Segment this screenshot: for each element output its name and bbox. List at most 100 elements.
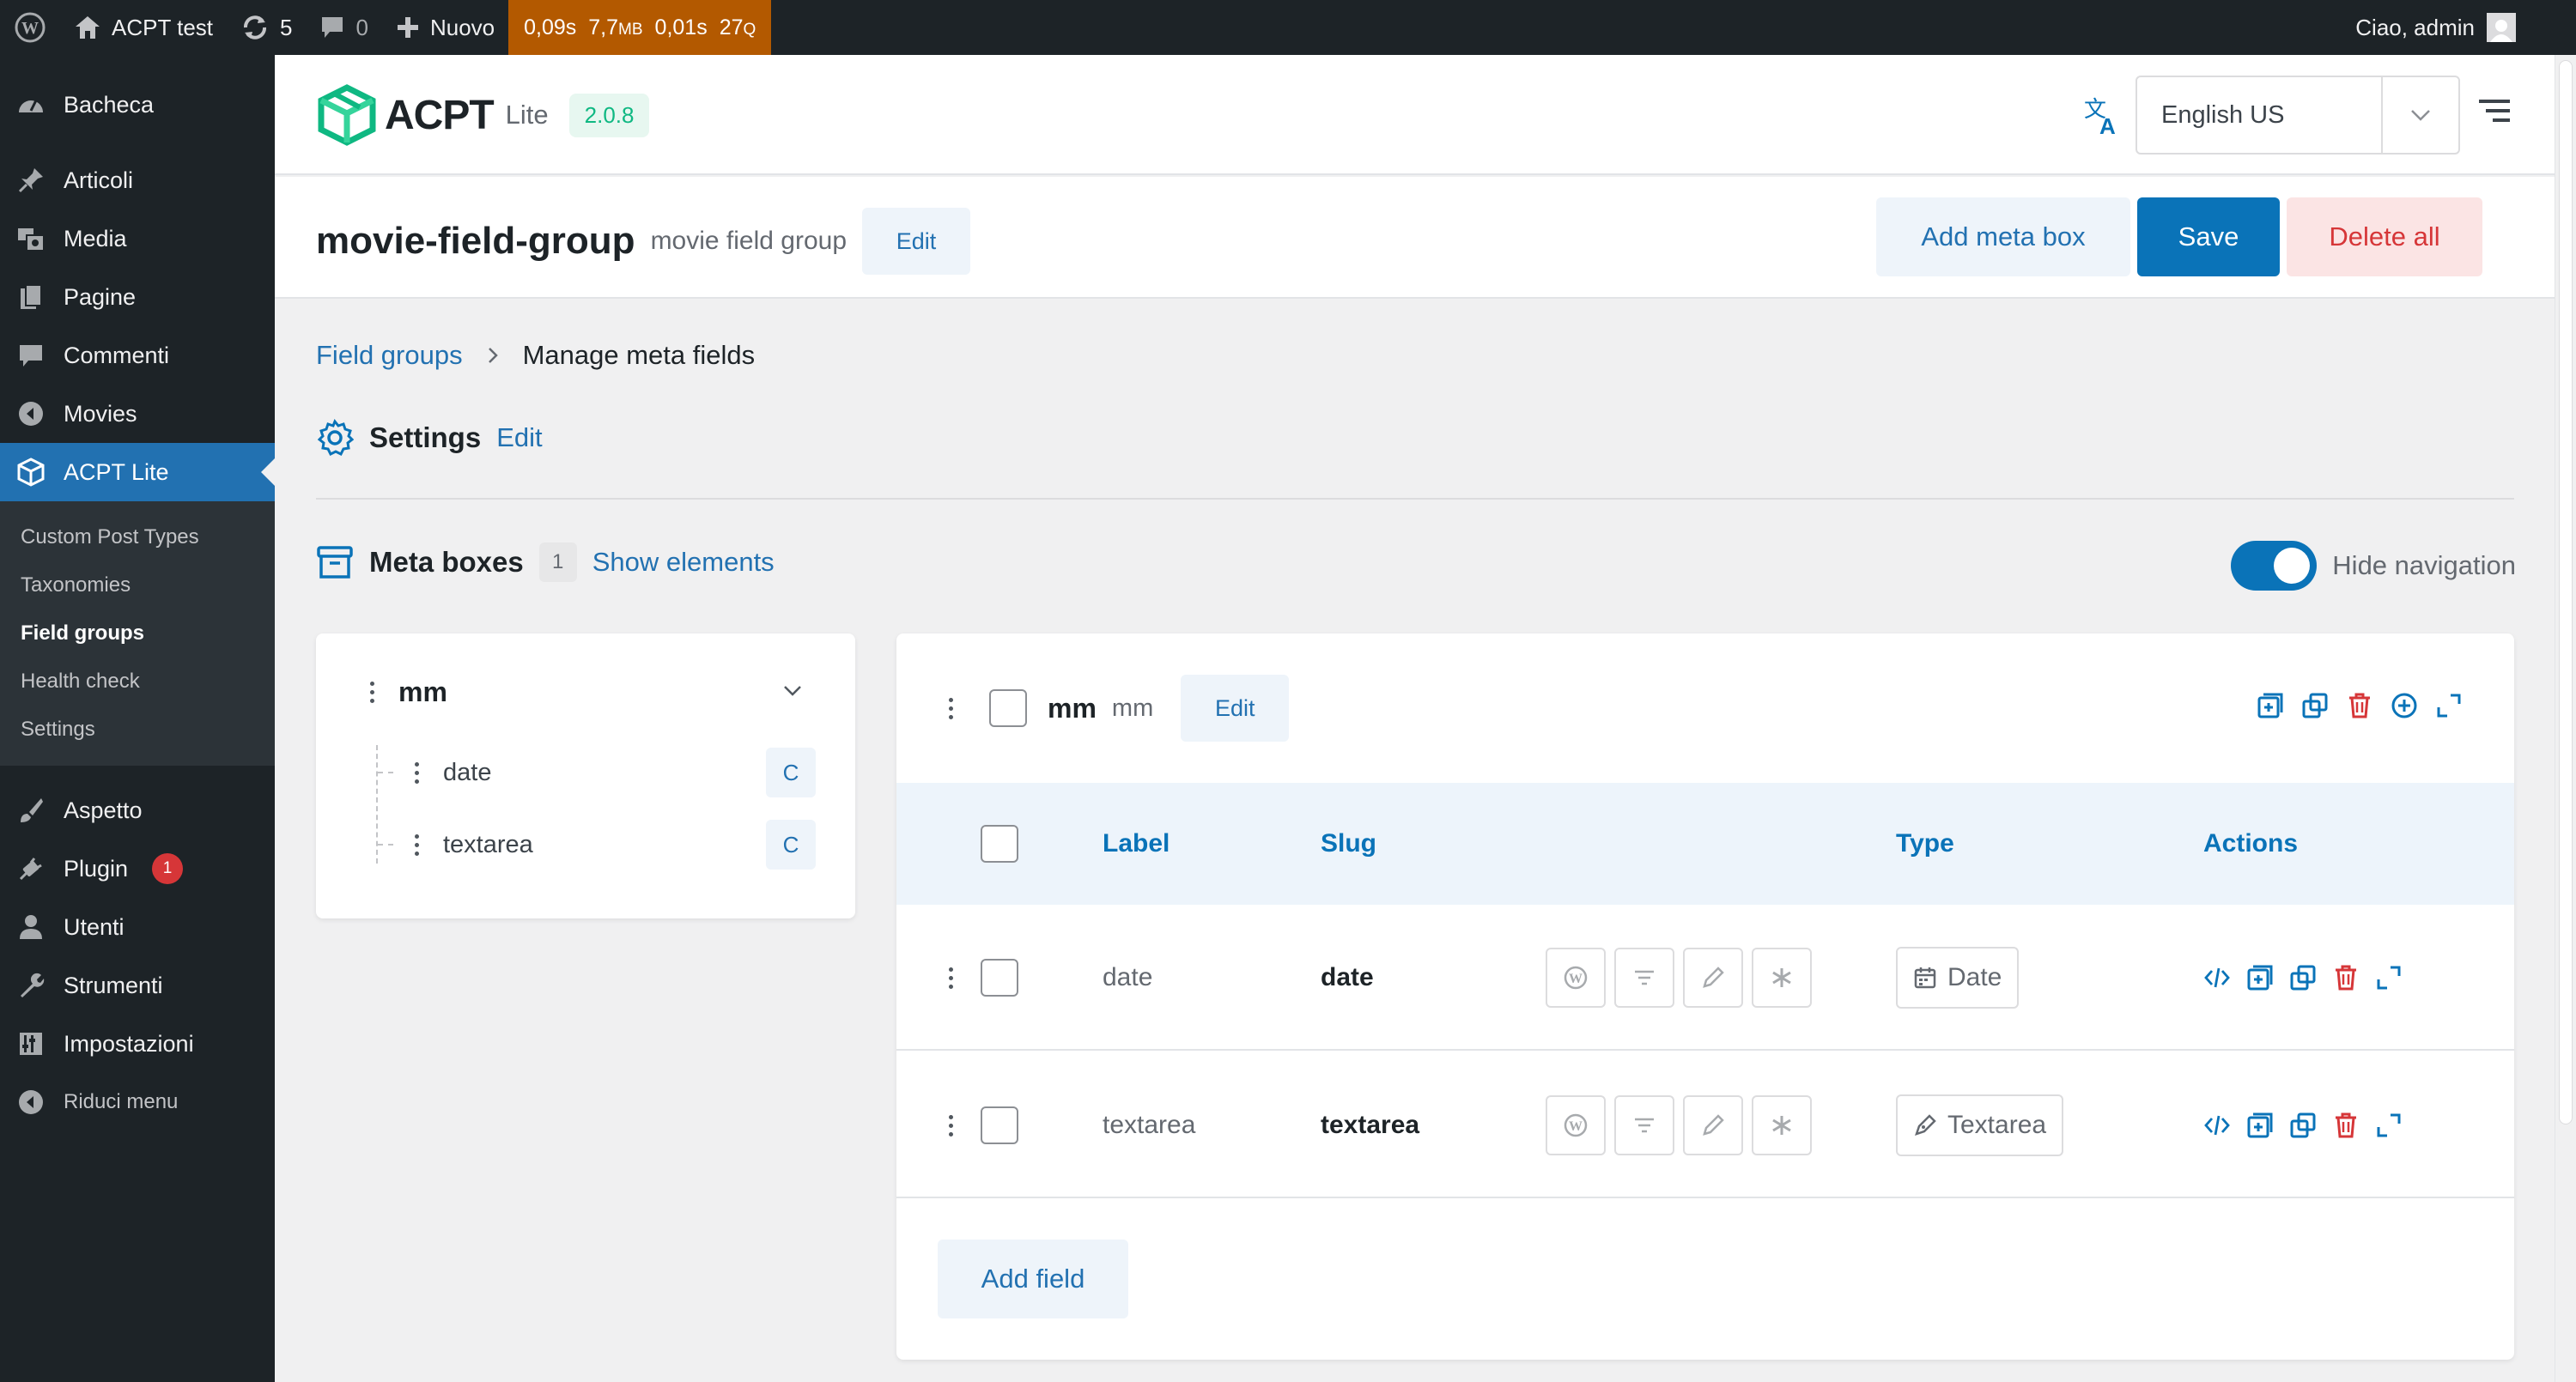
code-icon[interactable]	[2203, 1113, 2231, 1137]
expand-icon[interactable]	[2375, 964, 2403, 991]
drag-handle-icon[interactable]	[369, 682, 374, 703]
duplicate-icon[interactable]	[2301, 692, 2329, 719]
drag-handle-icon[interactable]	[948, 1114, 953, 1137]
field-slug: date	[1321, 963, 1374, 991]
field-type-button[interactable]: Date	[1896, 947, 2020, 1009]
add-field-square-icon[interactable]	[2257, 692, 2284, 719]
drag-handle-icon[interactable]	[948, 697, 953, 719]
add-field-square-icon[interactable]	[2246, 964, 2274, 991]
column-slug[interactable]: Slug	[1321, 783, 1376, 905]
row-checkbox[interactable]	[981, 959, 1018, 997]
asterisk-icon[interactable]	[1752, 1095, 1812, 1155]
menu-item-pagine[interactable]: Pagine	[0, 268, 275, 326]
menu-item-utenti[interactable]: Utenti	[0, 898, 275, 956]
menu-label: Commenti	[64, 342, 170, 368]
collapse-menu-button[interactable]: Riduci menu	[0, 1073, 275, 1131]
chevron-down-icon[interactable]	[2381, 77, 2458, 153]
asterisk-icon[interactable]	[1752, 948, 1812, 1008]
menu-item-impostazioni[interactable]: Impostazioni	[0, 1015, 275, 1073]
menu-item-aspetto[interactable]: Aspetto	[0, 781, 275, 840]
expand-icon[interactable]	[2375, 1112, 2403, 1139]
wordpress-logo-icon[interactable]: W	[0, 0, 60, 55]
menu-item-media[interactable]: Media	[0, 209, 275, 268]
chevron-down-icon[interactable]	[783, 685, 802, 697]
nav-box-item[interactable]: mm	[369, 676, 447, 708]
trash-icon[interactable]	[2332, 1112, 2360, 1139]
language-value: English US	[2161, 100, 2285, 129]
language-switcher: 文A English US	[2082, 76, 2460, 155]
row-checkbox[interactable]	[981, 1106, 1018, 1144]
submenu-custom-post-types[interactable]: Custom Post Types	[0, 513, 275, 561]
menu-label: Pagine	[64, 283, 137, 310]
add-field-button[interactable]: Add field	[938, 1240, 1128, 1318]
breadcrumb-field-groups-link[interactable]: Field groups	[316, 340, 463, 371]
trash-icon[interactable]	[2346, 692, 2373, 719]
query-monitor-stats[interactable]: 0,09s 7,7MB 0,01s 27Q	[508, 0, 772, 55]
menu-item-acpt-lite[interactable]: ACPT Lite	[0, 443, 275, 501]
acpt-logo[interactable]: ACPT Lite 2.0.8	[318, 84, 650, 146]
comments-link[interactable]: 0	[306, 0, 381, 55]
field-type-cell: Textarea	[1896, 1052, 2064, 1198]
menu-label: Strumenti	[64, 972, 163, 998]
delete-all-button[interactable]: Delete all	[2287, 197, 2482, 276]
page-scrollbar[interactable]	[2555, 55, 2576, 1382]
filter-icon[interactable]	[1614, 1095, 1674, 1155]
new-content-link[interactable]: Nuovo	[382, 0, 508, 55]
edit-group-button[interactable]: Edit	[862, 208, 971, 275]
filter-icon[interactable]	[1614, 948, 1674, 1008]
wordpress-icon[interactable]: W	[1546, 1095, 1606, 1155]
save-button[interactable]: Save	[2137, 197, 2280, 276]
submenu-health-check[interactable]: Health check	[0, 658, 275, 706]
submenu-field-groups[interactable]: Field groups	[0, 609, 275, 658]
menu-item-strumenti[interactable]: Strumenti	[0, 956, 275, 1015]
page-icon	[15, 282, 46, 312]
menu-item-bacheca[interactable]: Bacheca	[0, 76, 275, 134]
language-select[interactable]: English US	[2136, 76, 2460, 155]
drag-handle-icon[interactable]	[414, 761, 419, 784]
field-tag-badge[interactable]: C	[766, 820, 816, 870]
show-elements-link[interactable]: Show elements	[592, 547, 775, 578]
my-account[interactable]: Ciao, admin	[2355, 0, 2516, 55]
new-label: Nuovo	[429, 14, 495, 40]
menu-item-articoli[interactable]: Articoli	[0, 151, 275, 209]
duplicate-icon[interactable]	[2289, 1112, 2317, 1139]
field-tag-badge[interactable]: C	[766, 748, 816, 797]
page-title: movie-field-group	[316, 220, 635, 262]
meta-box-checkbox[interactable]	[989, 689, 1027, 727]
nav-field-item[interactable]: date C	[378, 745, 816, 800]
column-label[interactable]: Label	[1103, 783, 1170, 905]
menu-toggle-icon[interactable]	[2479, 98, 2512, 124]
select-all-checkbox[interactable]	[981, 825, 1018, 863]
wordpress-icon[interactable]: W	[1546, 948, 1606, 1008]
settings-edit-link[interactable]: Edit	[496, 422, 542, 453]
menu-item-movies[interactable]: Movies	[0, 385, 275, 443]
hide-navigation-toggle[interactable]	[2231, 541, 2318, 591]
updates-link[interactable]: 5	[227, 0, 306, 55]
trash-icon[interactable]	[2332, 964, 2360, 991]
expand-icon[interactable]	[2435, 692, 2463, 719]
pencil-icon[interactable]	[1683, 1095, 1743, 1155]
header-actions: Add meta box Save Delete all	[1876, 197, 2482, 276]
site-name-link[interactable]: ACPT test	[60, 0, 227, 55]
acpt-submenu: Custom Post Types Taxonomies Field group…	[0, 501, 275, 766]
column-type[interactable]: Type	[1896, 783, 1954, 905]
gear-icon	[317, 419, 354, 457]
code-icon[interactable]	[2203, 966, 2231, 990]
menu-item-plugin[interactable]: Plugin 1	[0, 840, 275, 898]
translate-icon[interactable]: 文A	[2082, 94, 2123, 136]
menu-item-commenti[interactable]: Commenti	[0, 326, 275, 385]
add-meta-box-button[interactable]: Add meta box	[1876, 197, 2130, 276]
drag-handle-icon[interactable]	[948, 967, 953, 989]
submenu-settings[interactable]: Settings	[0, 706, 275, 754]
scrollbar-thumb[interactable]	[2559, 60, 2573, 1124]
add-circle-icon[interactable]	[2391, 692, 2418, 719]
field-type-button[interactable]: Textarea	[1896, 1094, 2064, 1156]
submenu-taxonomies[interactable]: Taxonomies	[0, 561, 275, 609]
comments-count: 0	[355, 14, 368, 40]
pencil-icon[interactable]	[1683, 948, 1743, 1008]
edit-meta-box-button[interactable]: Edit	[1181, 675, 1290, 742]
drag-handle-icon[interactable]	[414, 833, 419, 856]
add-field-square-icon[interactable]	[2246, 1112, 2274, 1139]
nav-field-item[interactable]: textarea C	[378, 817, 816, 872]
duplicate-icon[interactable]	[2289, 964, 2317, 991]
